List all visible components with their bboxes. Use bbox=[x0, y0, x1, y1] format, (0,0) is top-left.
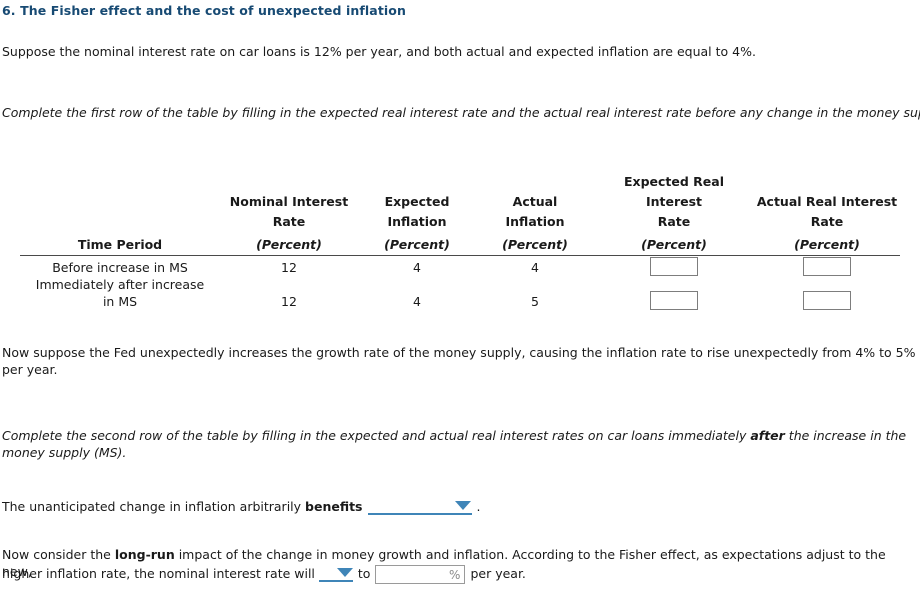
cell-actual-inflation-row2: 5 bbox=[531, 294, 539, 309]
column-header-expected-real-rate-line2: Rate bbox=[657, 214, 691, 229]
column-header-actual-real-rate: Actual Real Interest Rate (Percent) bbox=[754, 172, 900, 256]
question-page: 6. The Fisher effect and the cost of une… bbox=[0, 0, 920, 593]
cell-expected-real-rate-row1 bbox=[594, 256, 754, 276]
expected-real-rate-input-row2[interactable] bbox=[650, 291, 698, 310]
longrun-paragraph-part1: Now consider the bbox=[2, 547, 115, 562]
table-row: Immediately after increase in MS 12 4 5 bbox=[20, 276, 900, 310]
nominal-rate-statement-suffix: per year. bbox=[470, 566, 526, 581]
row-label-immediately-after: Immediately after increase in MS bbox=[20, 276, 220, 310]
fed-paragraph: Now suppose the Fed unexpectedly increas… bbox=[2, 345, 916, 377]
column-header-expected-real-rate-line1: Expected Real Interest bbox=[623, 174, 724, 209]
fisher-table-wrapper: Time Period Nominal Interest Rate (Perce… bbox=[20, 172, 900, 310]
benefits-dropdown[interactable] bbox=[367, 500, 472, 515]
column-header-expected-real-rate: Expected Real Interest Rate (Percent) bbox=[594, 172, 754, 256]
benefits-statement-period: . bbox=[476, 499, 481, 514]
cell-nominal-rate-row1: 12 bbox=[281, 260, 297, 275]
actual-real-rate-input-row2[interactable] bbox=[803, 291, 851, 310]
percent-sign-label: % bbox=[449, 568, 461, 582]
column-header-expected-inflation: Expected Inflation (Percent) bbox=[358, 172, 476, 256]
instruction-first-row: Complete the first row of the table by f… bbox=[2, 105, 920, 120]
instruction-second-row: Complete the second row of the table by … bbox=[2, 427, 918, 461]
table-row: Before increase in MS 12 4 4 bbox=[20, 256, 900, 276]
cell-expected-inflation-row2: 4 bbox=[413, 294, 421, 309]
nominal-rate-percent-input[interactable]: % bbox=[375, 565, 466, 584]
column-header-expected-inflation-line2: Inflation bbox=[387, 214, 447, 229]
column-header-nominal-rate: Nominal Interest Rate (Percent) bbox=[220, 172, 358, 256]
cell-nominal-rate-row2: 12 bbox=[281, 294, 297, 309]
row-label-before-increase: Before increase in MS bbox=[52, 260, 188, 275]
column-header-actual-real-rate-line2: Rate bbox=[810, 214, 844, 229]
column-header-nominal-rate-line2: Rate bbox=[272, 214, 306, 229]
chevron-down-icon bbox=[454, 501, 471, 510]
benefits-statement: The unanticipated change in inflation ar… bbox=[2, 498, 480, 515]
column-header-nominal-rate-unit: (Percent) bbox=[256, 237, 322, 252]
row-label-immediately-after-line2: in MS bbox=[102, 294, 138, 309]
benefits-statement-emphasis: benefits bbox=[305, 499, 363, 514]
benefits-statement-part1: The unanticipated change in inflation ar… bbox=[2, 499, 306, 514]
page-title: 6. The Fisher effect and the cost of une… bbox=[2, 3, 406, 18]
column-header-expected-inflation-unit: (Percent) bbox=[384, 237, 450, 252]
row-label-immediately-after-line1: Immediately after increase bbox=[35, 277, 205, 292]
cell-expected-inflation-row1: 4 bbox=[413, 260, 421, 275]
instruction-second-row-part1: Complete the second row of the table by … bbox=[2, 428, 751, 443]
nominal-rate-statement: higher inflation rate, the nominal inter… bbox=[2, 565, 526, 584]
column-header-nominal-rate-line1: Nominal Interest bbox=[229, 194, 349, 209]
chevron-down-icon bbox=[336, 568, 353, 577]
expected-real-rate-input-row1[interactable] bbox=[650, 257, 698, 276]
column-header-expected-inflation-line1: Expected bbox=[384, 194, 450, 209]
column-header-actual-real-rate-unit: (Percent) bbox=[794, 237, 860, 252]
nominal-rate-statement-part1: higher inflation rate, the nominal inter… bbox=[2, 566, 319, 581]
cell-actual-real-rate-row2 bbox=[754, 276, 900, 310]
column-header-actual-inflation-line2: Inflation bbox=[505, 214, 565, 229]
instruction-second-row-emphasis: after bbox=[750, 428, 785, 443]
table-header-row: Time Period Nominal Interest Rate (Perce… bbox=[20, 172, 900, 256]
column-header-expected-real-rate-unit: (Percent) bbox=[641, 237, 707, 252]
cell-actual-inflation-row1: 4 bbox=[531, 260, 539, 275]
cell-expected-real-rate-row2 bbox=[594, 276, 754, 310]
direction-dropdown[interactable] bbox=[318, 567, 353, 582]
actual-real-rate-input-row1[interactable] bbox=[803, 257, 851, 276]
fisher-table: Time Period Nominal Interest Rate (Perce… bbox=[20, 172, 900, 310]
column-header-time-period: Time Period bbox=[20, 172, 220, 256]
column-header-actual-inflation: Actual Inflation (Percent) bbox=[476, 172, 594, 256]
cell-actual-real-rate-row1 bbox=[754, 256, 900, 276]
intro-paragraph: Suppose the nominal interest rate on car… bbox=[2, 44, 756, 59]
column-header-time-period-label: Time Period bbox=[77, 237, 163, 252]
nominal-rate-statement-to: to bbox=[357, 566, 371, 581]
column-header-actual-inflation-line1: Actual bbox=[512, 194, 558, 209]
longrun-paragraph-emphasis: long-run bbox=[114, 547, 175, 562]
column-header-actual-real-rate-line1: Actual Real Interest bbox=[756, 194, 898, 209]
column-header-actual-inflation-unit: (Percent) bbox=[502, 237, 568, 252]
